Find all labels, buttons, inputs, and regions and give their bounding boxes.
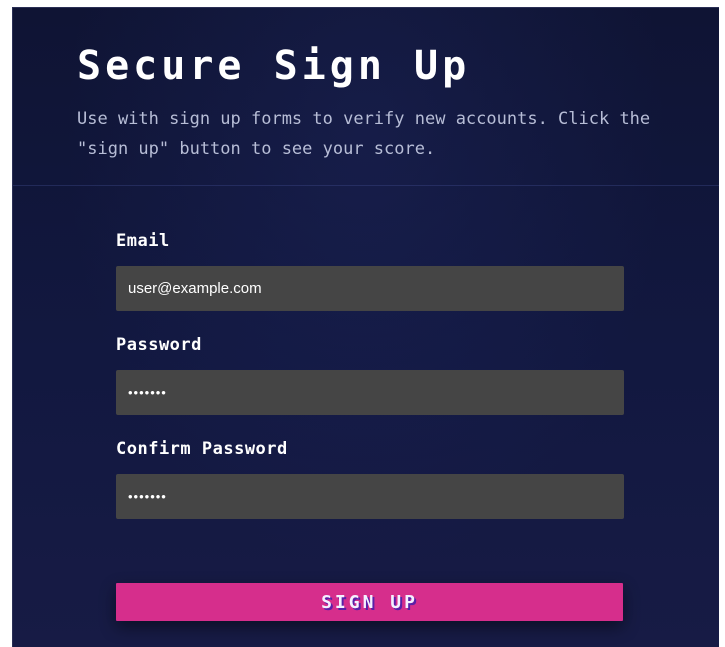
page-title: Secure Sign Up (77, 43, 471, 89)
password-field[interactable] (116, 370, 624, 415)
signup-page: Secure Sign Up Use with sign up forms to… (12, 7, 719, 647)
signup-form: Email Password Confirm Password (116, 228, 624, 540)
confirm-password-field[interactable] (116, 474, 624, 519)
email-field[interactable] (116, 266, 624, 311)
confirm-password-label: Confirm Password (116, 439, 288, 459)
page-header: Secure Sign Up Use with sign up forms to… (13, 8, 719, 186)
sign-up-button[interactable]: SIGN UP (116, 583, 623, 621)
email-label: Email (116, 231, 170, 251)
password-label: Password (116, 335, 202, 355)
page-description: Use with sign up forms to verify new acc… (77, 109, 651, 159)
